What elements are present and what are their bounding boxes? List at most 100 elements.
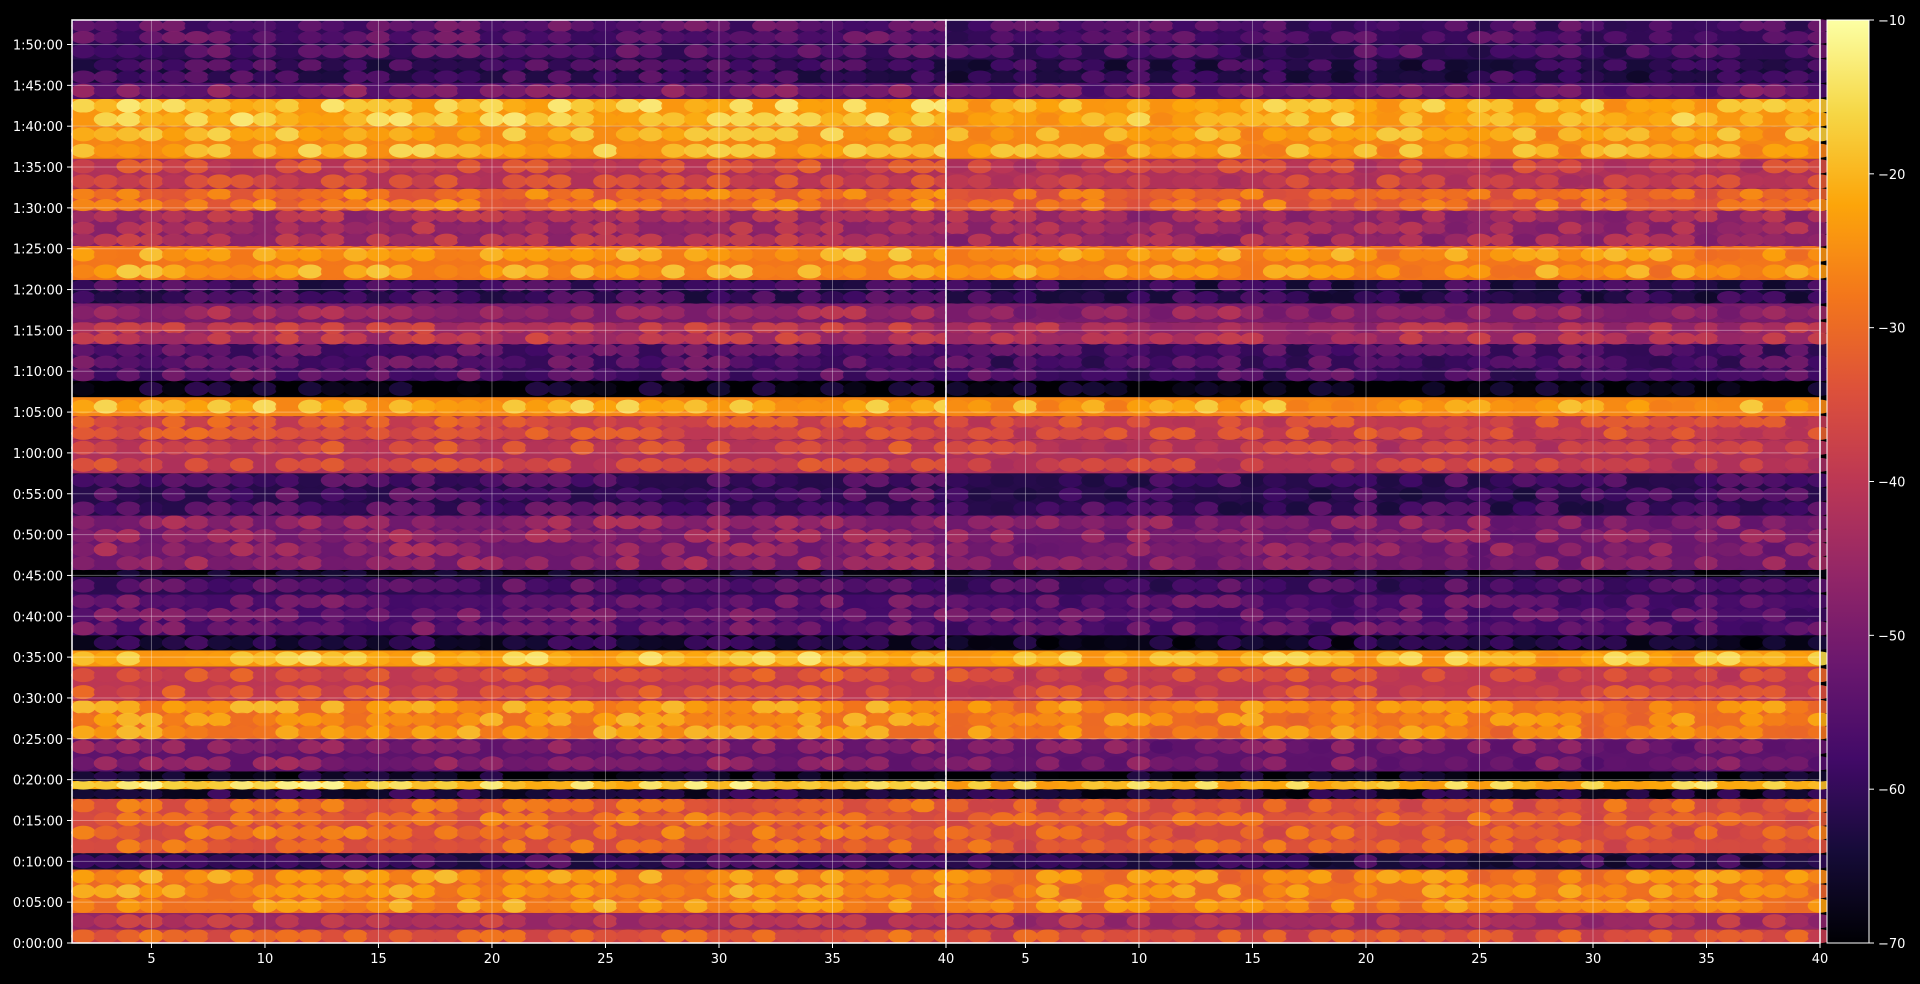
heatmap-cell xyxy=(843,333,868,345)
heatmap-cell xyxy=(888,31,913,44)
heatmap-cell xyxy=(457,622,482,636)
heatmap-cell xyxy=(1331,839,1356,853)
heatmap-cell xyxy=(230,826,255,840)
heatmap-cell xyxy=(866,608,891,622)
heatmap-cell xyxy=(502,668,527,682)
heatmap-cell xyxy=(1444,291,1469,304)
heatmap-cell xyxy=(797,458,822,472)
heatmap-cell xyxy=(1626,914,1651,928)
heatmap-cell xyxy=(1331,740,1356,754)
heatmap-cell xyxy=(321,543,346,557)
heatmap-cell xyxy=(1195,756,1220,770)
heatmap-cell xyxy=(1649,322,1674,334)
heatmap-cell xyxy=(1513,700,1538,714)
heatmap-cell xyxy=(321,322,346,334)
heatmap-cell xyxy=(1513,713,1538,727)
heatmap-cell xyxy=(1081,515,1106,529)
heatmap-cell xyxy=(866,884,891,898)
heatmap-cell xyxy=(1671,159,1696,173)
heatmap-cell xyxy=(343,700,368,714)
heatmap-cell xyxy=(661,608,686,622)
heatmap-cell xyxy=(888,291,913,304)
heatmap-cell xyxy=(1671,427,1696,440)
heatmap-cell xyxy=(888,515,913,529)
heatmap-cell xyxy=(1671,826,1696,840)
heatmap-cell xyxy=(1172,159,1197,173)
heatmap-cell xyxy=(207,279,232,292)
heatmap-cell xyxy=(990,247,1015,261)
heatmap-cell xyxy=(968,636,993,650)
heatmap-cell xyxy=(162,247,187,261)
heatmap-cell xyxy=(1331,636,1356,650)
heatmap-cell xyxy=(843,127,868,141)
heatmap-cell xyxy=(1195,789,1220,799)
heatmap-cell xyxy=(1626,529,1651,543)
heatmap-cell xyxy=(866,579,891,593)
heatmap-cell xyxy=(945,725,970,739)
heatmap-cell xyxy=(94,188,119,200)
heatmap-cell xyxy=(1376,543,1401,557)
heatmap-cell xyxy=(275,700,300,714)
heatmap-cell xyxy=(990,333,1015,345)
heatmap-cell xyxy=(1172,914,1197,928)
heatmap-cell xyxy=(729,144,754,158)
heatmap-cell xyxy=(1217,502,1242,516)
heatmap-cell xyxy=(94,713,119,727)
heatmap-cell xyxy=(1263,400,1288,414)
heatmap-cell xyxy=(389,343,414,356)
heatmap-cell xyxy=(911,99,936,113)
heatmap-cell xyxy=(1444,622,1469,636)
heatmap-cell xyxy=(298,543,323,557)
heatmap-cell xyxy=(1740,210,1765,223)
heatmap-cell xyxy=(661,556,686,570)
heatmap-cell xyxy=(71,322,96,334)
heatmap-cell xyxy=(1490,651,1515,665)
heatmap-cell xyxy=(911,473,936,487)
heatmap-cell xyxy=(525,59,550,72)
heatmap-cell xyxy=(548,322,573,334)
heatmap-cell xyxy=(94,700,119,714)
heatmap-cell xyxy=(1785,651,1810,665)
heatmap-cell xyxy=(888,713,913,727)
heatmap-cell xyxy=(888,812,913,826)
heatmap-cell xyxy=(1149,400,1174,414)
heatmap-cell xyxy=(1081,756,1106,770)
heatmap-cell xyxy=(729,291,754,304)
heatmap-cell xyxy=(298,685,323,699)
heatmap-cell xyxy=(752,144,777,158)
heatmap-cell xyxy=(1535,756,1560,770)
heatmap-cell xyxy=(525,159,550,173)
heatmap-cell xyxy=(1513,556,1538,570)
heatmap-cell xyxy=(866,382,891,396)
heatmap-cell xyxy=(162,789,187,799)
heatmap-cell xyxy=(1785,368,1810,381)
heatmap-cell xyxy=(1535,247,1560,261)
heatmap-cell xyxy=(389,812,414,826)
heatmap-cell xyxy=(1740,416,1765,429)
heatmap-cell xyxy=(570,247,595,261)
heatmap-cell xyxy=(1059,502,1084,516)
heatmap-cell xyxy=(1785,870,1810,884)
heatmap-cell xyxy=(1649,458,1674,472)
heatmap-cell xyxy=(775,400,800,414)
heatmap-cell xyxy=(94,636,119,650)
heatmap-cell xyxy=(1399,570,1424,577)
heatmap-cell xyxy=(775,756,800,770)
heatmap-cell xyxy=(389,570,414,577)
heatmap-cell xyxy=(639,700,664,714)
heatmap-cell xyxy=(1422,234,1447,247)
heatmap-cell xyxy=(116,622,141,636)
heatmap-cell xyxy=(1172,781,1197,790)
heatmap-cell xyxy=(1717,725,1742,739)
heatmap-cell xyxy=(343,725,368,739)
heatmap-cell xyxy=(1490,333,1515,345)
heatmap-cell xyxy=(797,174,822,188)
heatmap-cell xyxy=(1558,839,1583,853)
heatmap-cell xyxy=(162,914,187,928)
heatmap-cell xyxy=(434,427,459,440)
heatmap-cell xyxy=(888,870,913,884)
heatmap-cell xyxy=(389,899,414,913)
heatmap-cell xyxy=(968,700,993,714)
heatmap-cell xyxy=(207,112,232,126)
heatmap-cell xyxy=(1671,556,1696,570)
